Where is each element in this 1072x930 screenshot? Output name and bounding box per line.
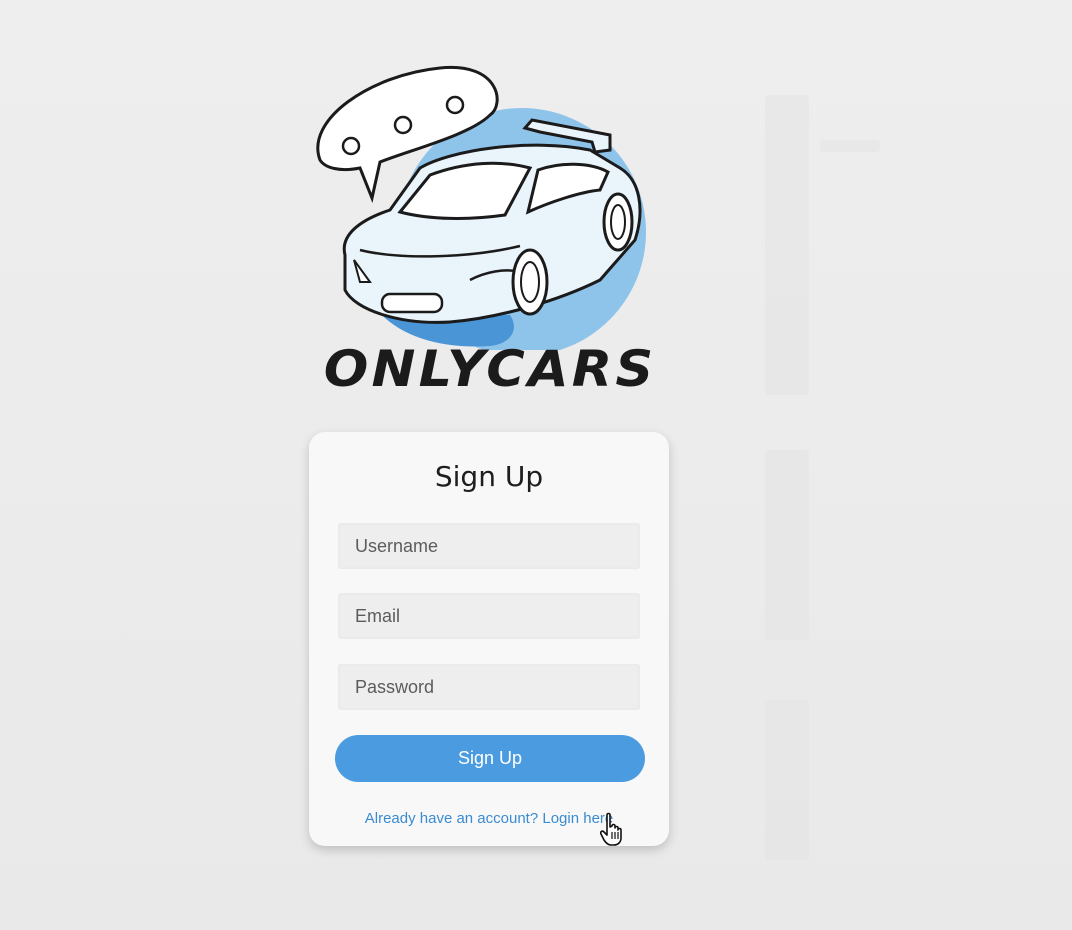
background-shape xyxy=(820,140,880,152)
hand-pointer-icon xyxy=(600,812,622,846)
background-shape xyxy=(765,95,809,395)
brand-logo: ONLYCARS xyxy=(300,50,680,410)
email-input[interactable] xyxy=(338,593,640,639)
background-shape xyxy=(765,450,809,640)
sign-up-button[interactable]: Sign Up xyxy=(335,735,645,782)
signup-page: ONLYCARS Sign Up Sign Up Already have an… xyxy=(0,0,1072,930)
signup-title: Sign Up xyxy=(434,460,544,493)
signup-card: Sign Up Sign Up Already have an account?… xyxy=(309,432,669,846)
brand-wordmark: ONLYCARS xyxy=(323,340,657,398)
background-shape xyxy=(765,700,809,860)
username-input[interactable] xyxy=(338,523,640,569)
car-with-speech-bubble-icon xyxy=(316,65,646,350)
password-input[interactable] xyxy=(338,664,640,710)
